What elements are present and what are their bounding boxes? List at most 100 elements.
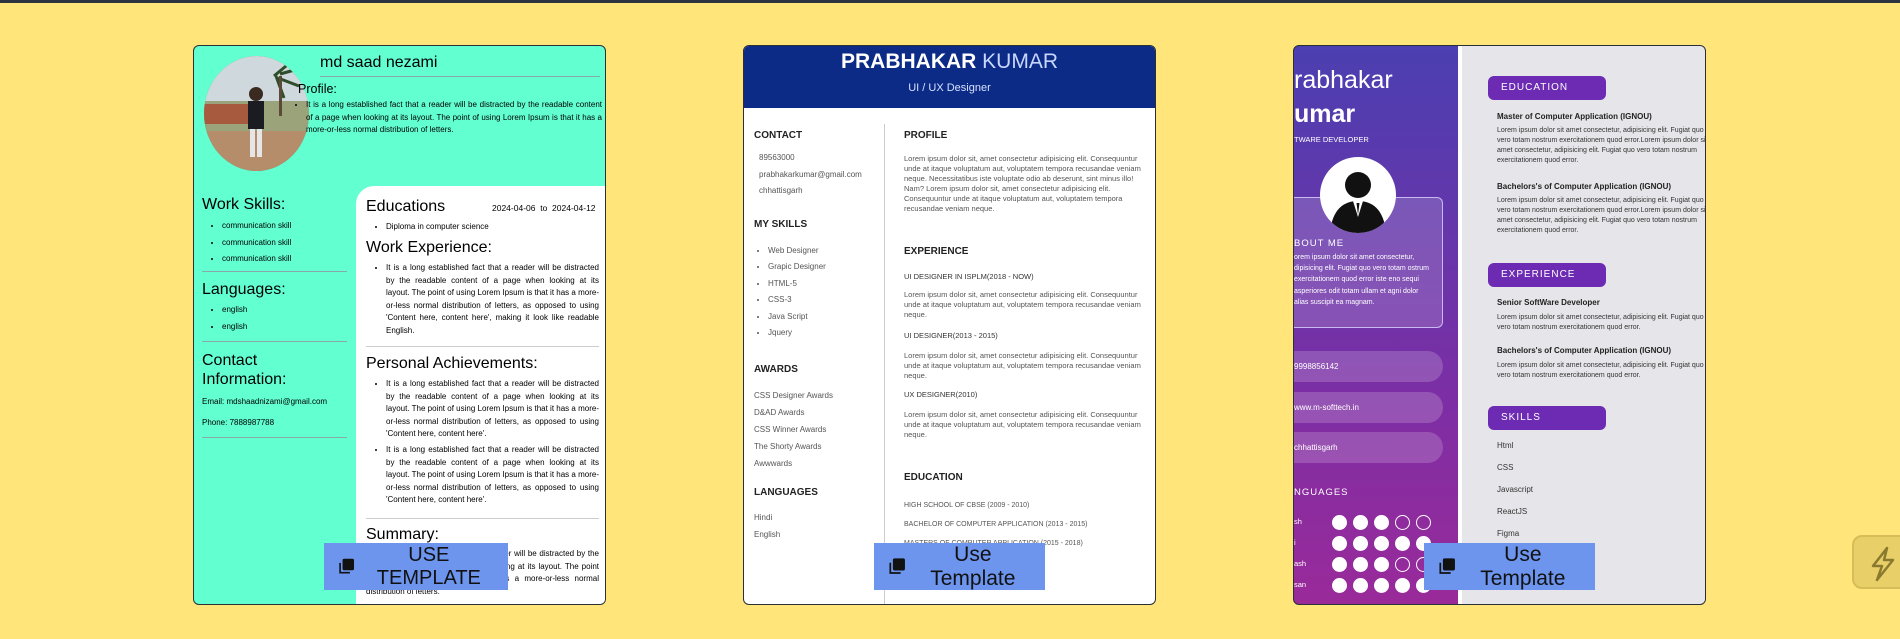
skill-item: ReactJS [1497, 507, 1528, 516]
education-text-2: Lorem ipsum dolor sit amet consectetur, … [1497, 197, 1706, 234]
sidebar: rabhakar umar TWARE DEVELOPER BOUT ME or… [1294, 46, 1458, 604]
job-text-2: Lorem ipsum dolor sit, amet consectetur … [904, 351, 1141, 380]
languages-heading: NGUAGES [1294, 487, 1349, 498]
job-title-3: UX DESIGNER(2010) [904, 390, 978, 399]
level-dot [1395, 536, 1410, 551]
achievements-heading: Personal Achievements: [366, 355, 538, 372]
level-dot [1416, 515, 1431, 530]
location-pill: chhattisgarh [1294, 432, 1443, 463]
floating-widget-button[interactable] [1852, 535, 1900, 589]
use-template-button[interactable]: Use Template [1424, 543, 1595, 590]
work-experience-list: It is a long established fact that a rea… [366, 262, 599, 338]
about-text: orem ipsum dolor sit amet consectetur, d… [1294, 254, 1430, 306]
experience-title-2: Bachelors's of Computer Application (IGN… [1497, 346, 1672, 355]
level-dot [1374, 578, 1389, 593]
list-item: BACHELOR OF COMPUTER APPLICATION (2013 -… [904, 521, 1088, 528]
list-item: Web Designer [768, 243, 826, 259]
skills-heading: MY SKILLS [754, 219, 808, 230]
level-dot [1332, 578, 1347, 593]
divider [202, 271, 347, 272]
column-divider [884, 124, 885, 604]
use-template-button[interactable]: Use Template [874, 543, 1045, 590]
language-row: ash [1294, 557, 1444, 573]
use-template-button[interactable]: USE TEMPLATE [324, 543, 508, 590]
edu-end-date: 2024-04-12 [552, 203, 596, 213]
list-item: Diploma in computer science [386, 219, 489, 236]
level-dot [1332, 515, 1347, 530]
list-item: HIGH SCHOOL OF CBSE (2009 - 2010) [904, 502, 1030, 509]
profile-heading: Profile: [298, 82, 337, 96]
languages-list: Hindi English [754, 510, 780, 543]
education-badge: EDUCATION [1488, 76, 1606, 100]
template-card-2[interactable]: PRABHAKAR KUMAR UI / UX Designer CONTACT… [743, 45, 1156, 605]
job-text-3: Lorem ipsum dolor sit, amet consectetur … [904, 410, 1141, 439]
name-line-1: rabhakar [1294, 66, 1393, 94]
awards-heading: AWARDS [754, 364, 798, 375]
divider [366, 346, 599, 347]
skills-list: Web Designer Grapic Designer HTML-5 CSS-… [756, 243, 826, 341]
job-role: UI / UX Designer [908, 82, 991, 94]
list-item: HTML-5 [768, 276, 826, 292]
profile-list: It is a long established fact that a rea… [286, 99, 602, 137]
awards-list: CSS Designer Awards D&AD Awards CSS Winn… [754, 387, 833, 472]
main-panel: EDUCATION Master of Computer Application… [1458, 46, 1706, 604]
list-item: The Shorty Awards [754, 442, 822, 451]
last-name: KUMAR [982, 50, 1059, 73]
list-item: english [222, 319, 247, 336]
list-item: Awwwards [754, 459, 793, 468]
list-item: communication skill [222, 218, 291, 235]
education-title-1: Master of Computer Application (IGNOU) [1497, 112, 1652, 121]
list-item: English [754, 529, 781, 539]
experience-text-1: Lorem ipsum dolor sit amet consectetur, … [1497, 314, 1704, 331]
level-dot [1395, 515, 1410, 530]
name-line-2: umar [1294, 100, 1356, 128]
job-title: TWARE DEVELOPER [1294, 135, 1369, 144]
level-dot [1374, 557, 1389, 572]
languages-heading: Languages: [202, 281, 286, 298]
language-label: san [1294, 580, 1307, 589]
first-name: PRABHAKAR [840, 50, 977, 73]
edu-to: to [540, 203, 548, 213]
divider [202, 437, 347, 438]
languages-heading: LANGUAGES [754, 487, 818, 498]
header-banner: PRABHAKAR KUMAR UI / UX Designer [744, 46, 1155, 108]
achievements-list: It is a long established fact that a rea… [366, 378, 599, 507]
divider [366, 518, 599, 519]
experience-title-1: Senior SoftWare Developer [1497, 298, 1600, 307]
language-label: ash [1294, 559, 1307, 568]
template-card-1[interactable]: md saad nezami Profile: It is a long est… [193, 45, 606, 605]
job-title-1: UI DESIGNER IN ISPLM(2018 - NOW) [904, 272, 1034, 281]
copy-icon [339, 558, 355, 574]
level-dot [1395, 578, 1410, 593]
language-row: sh [1294, 515, 1444, 531]
location-text: chhattisgarh [759, 186, 803, 195]
phone-text: Phone: 7888987788 [202, 418, 275, 427]
list-item: CSS Winner Awards [754, 425, 827, 434]
email-text: Email: mdshaadnizami@gmail.com [202, 397, 328, 406]
list-item: Hindi [754, 513, 773, 522]
use-template-label: Use Template [1480, 542, 1566, 590]
level-dot [1374, 515, 1389, 530]
avatar [1320, 157, 1396, 233]
contact-heading: Contact Information: [202, 352, 287, 388]
phone-pill: 9998856142 [1294, 351, 1443, 382]
experience-badge: EXPERIENCE [1488, 263, 1606, 287]
educations-heading: Educations [366, 198, 446, 215]
list-item: It is a long established fact that a rea… [386, 444, 599, 507]
education-text-1: Lorem ipsum dolor sit amet consectetur, … [1497, 127, 1706, 164]
education-dates: 2024-04-06 to 2024-04-12 [492, 202, 596, 215]
list-item: Java Script [768, 309, 826, 325]
candidate-name: md saad nezami [320, 54, 438, 71]
list-item: communication skill [222, 251, 291, 268]
education-title-2: Bachelors's of Computer Application (IGN… [1497, 182, 1672, 191]
list-item: It is a long established fact that a rea… [386, 378, 599, 441]
experience-text-2: Lorem ipsum dolor sit amet consectetur, … [1497, 362, 1704, 379]
profile-heading: PROFILE [904, 130, 948, 141]
edu-start-date: 2024-04-06 [492, 203, 536, 213]
skill-item: Figma [1497, 529, 1520, 538]
skill-item: CSS [1497, 463, 1514, 472]
level-dot [1353, 515, 1368, 530]
template-card-3[interactable]: rabhakar umar TWARE DEVELOPER BOUT ME or… [1293, 45, 1706, 605]
list-item: Jquery [768, 325, 826, 341]
list-item: english [222, 302, 247, 319]
